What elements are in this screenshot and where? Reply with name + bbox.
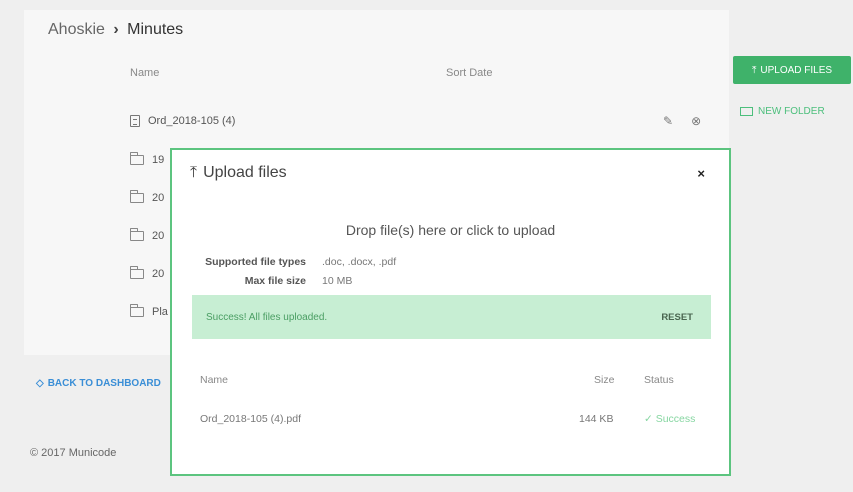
- list-item[interactable]: 20: [130, 190, 165, 204]
- drop-zone[interactable]: Drop file(s) here or click to upload: [172, 222, 729, 238]
- uploaded-file-size: 144 KB: [579, 413, 614, 425]
- upload-table-header-size: Size: [594, 374, 615, 386]
- file-icon: [130, 115, 140, 127]
- upload-constraints: Supported file types .doc, .docx, .pdf M…: [172, 256, 396, 294]
- folder-icon: [130, 228, 144, 241]
- max-size-value: 10 MB: [322, 275, 353, 287]
- modal-title-text: Upload files: [203, 164, 287, 181]
- list-item[interactable]: Ord_2018-105 (4): [130, 115, 235, 127]
- footer-copyright: © 2017 Municode: [30, 447, 117, 459]
- list-item-label: Pla: [152, 306, 168, 318]
- folder-icon: [130, 190, 144, 203]
- tag-icon: ◇: [36, 378, 44, 389]
- success-message: Success! All files uploaded.: [206, 311, 328, 323]
- close-icon[interactable]: ×: [697, 166, 705, 181]
- uploaded-file-status: ✓ Success: [644, 413, 696, 425]
- list-item-label: 20: [152, 230, 165, 242]
- upload-table-header-name: Name: [200, 374, 229, 386]
- list-item[interactable]: 20: [130, 266, 165, 280]
- breadcrumb-current: Minutes: [127, 21, 184, 38]
- success-alert: Success! All files uploaded. RESET: [192, 295, 711, 339]
- upload-files-button[interactable]: ⤒ UPLOAD FILES: [733, 56, 851, 84]
- upload-files-label: UPLOAD FILES: [760, 64, 833, 76]
- breadcrumb-separator: ›: [113, 21, 119, 38]
- back-to-dashboard-link[interactable]: ◇ BACK TO DASHBOARD: [36, 378, 161, 389]
- list-item-label: 20: [152, 268, 165, 280]
- reset-button[interactable]: RESET: [661, 312, 693, 323]
- folder-icon: [740, 107, 753, 116]
- upload-icon: ⤒: [190, 164, 198, 181]
- upload-table-header-status: Status: [644, 374, 674, 386]
- supported-types-value: .doc, .docx, .pdf: [322, 256, 397, 268]
- list-item-label: 20: [152, 192, 165, 204]
- modal-title: ⤒ Upload files: [190, 164, 287, 182]
- back-link-label: BACK TO DASHBOARD: [47, 378, 161, 389]
- column-header-sort-date[interactable]: Sort Date: [446, 67, 492, 79]
- list-item[interactable]: Pla: [130, 304, 168, 318]
- folder-icon: [130, 152, 144, 165]
- folder-icon: [130, 266, 144, 279]
- breadcrumb-parent[interactable]: Ahoskie: [48, 21, 105, 38]
- upload-modal: ⤒ Upload files × Drop file(s) here or cl…: [170, 148, 731, 476]
- upload-icon: ⤒: [751, 64, 757, 76]
- uploaded-file-name: Ord_2018-105 (4).pdf: [200, 413, 301, 425]
- breadcrumb: Ahoskie › Minutes: [48, 21, 183, 39]
- new-folder-label: NEW FOLDER: [758, 106, 825, 117]
- max-size-label: Max file size: [244, 275, 306, 287]
- column-header-name[interactable]: Name: [130, 67, 159, 79]
- list-item-label: 19: [152, 154, 165, 166]
- remove-icon[interactable]: ⊗: [691, 114, 701, 128]
- list-item[interactable]: 19: [130, 152, 165, 166]
- edit-icon[interactable]: ✎: [663, 114, 673, 128]
- supported-types-label: Supported file types: [205, 256, 306, 268]
- row-actions: ✎ ⊗: [663, 114, 701, 128]
- new-folder-button[interactable]: NEW FOLDER: [740, 106, 825, 117]
- list-item[interactable]: 20: [130, 228, 165, 242]
- list-item-label: Ord_2018-105 (4): [148, 115, 236, 127]
- folder-icon: [130, 304, 144, 317]
